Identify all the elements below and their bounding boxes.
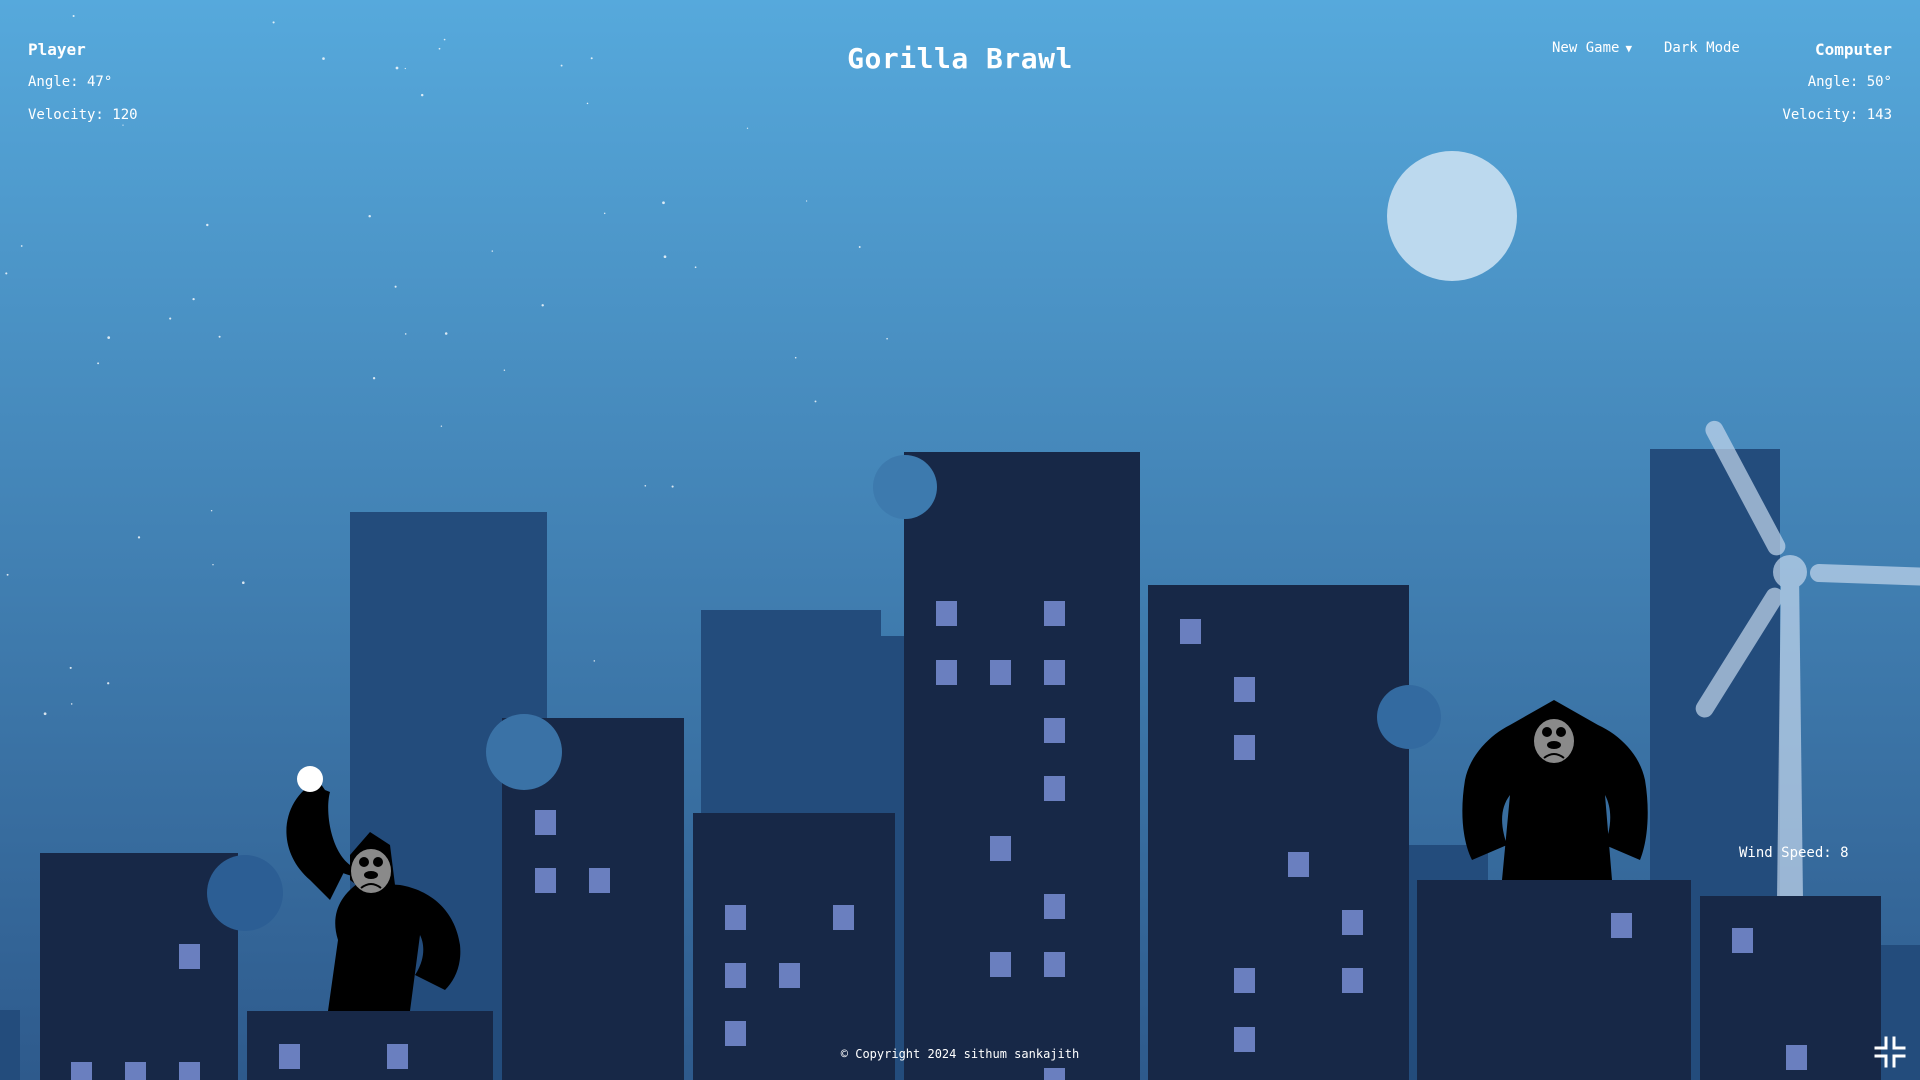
computer-angle: Angle: 50° (1807, 74, 1892, 90)
player-velocity: Velocity: 120 (28, 107, 138, 123)
computer-velocity: Velocity: 143 (1782, 107, 1892, 123)
dark-mode-button[interactable]: Dark Mode (1664, 40, 1740, 56)
computer-name: Computer (1814, 40, 1892, 59)
moon (1387, 151, 1517, 281)
player-angle: Angle: 47° (28, 74, 113, 90)
new-game-button[interactable]: New Game ▼ (1552, 40, 1632, 56)
banana-projectile (297, 766, 323, 792)
wind-speed: Wind Speed: 8 (1739, 845, 1849, 861)
caret-down-icon: ▼ (1625, 42, 1633, 55)
new-game-label: New Game (1552, 40, 1620, 56)
game-canvas[interactable] (0, 0, 1920, 1080)
copyright: © Copyright 2024 sithum sankajith (840, 1047, 1080, 1061)
exit-fullscreen-icon[interactable] (1874, 1036, 1906, 1068)
computer-info: Computer Angle: 50° Velocity: 143 (1782, 40, 1892, 140)
